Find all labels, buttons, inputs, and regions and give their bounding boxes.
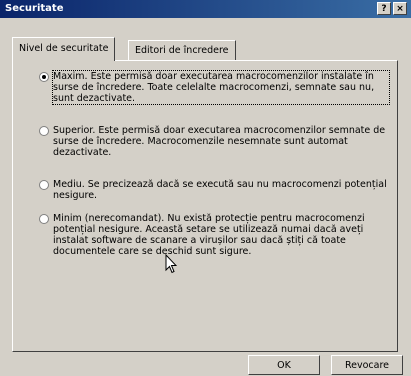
radio-button[interactable] xyxy=(39,126,49,136)
radio-button[interactable] xyxy=(39,214,49,224)
help-button[interactable]: ? xyxy=(377,2,391,15)
close-button[interactable]: × xyxy=(393,2,407,15)
ok-button[interactable]: OK xyxy=(248,355,320,375)
cancel-button[interactable]: Revocare xyxy=(331,355,403,375)
tab-security-level[interactable]: Nivel de securitate xyxy=(12,37,116,61)
option-label: Maxim. Este permisă doar executarea macr… xyxy=(52,70,390,105)
title-bar: Securitate ? × xyxy=(0,0,411,18)
ok-label: OK xyxy=(277,360,291,371)
option-label: Superior. Este permisă doar executarea m… xyxy=(53,125,386,158)
tab-label: Nivel de securitate xyxy=(19,43,109,54)
security-level-panel: Maxim. Este permisă doar executarea macr… xyxy=(12,60,398,352)
mouse-cursor-icon xyxy=(165,254,177,274)
tab-trusted-publishers[interactable]: Editori de încredere xyxy=(128,40,236,60)
radio-button[interactable] xyxy=(39,180,49,190)
cancel-label: Revocare xyxy=(344,360,390,371)
window-title: Securitate xyxy=(5,3,64,14)
option-label: Mediu. Se precizează dacă se execută sau… xyxy=(53,179,387,201)
radio-button[interactable] xyxy=(39,72,49,82)
tab-label: Editori de încredere xyxy=(135,45,229,56)
option-label: Minim (nerecomandat). Nu există protecți… xyxy=(53,213,365,257)
